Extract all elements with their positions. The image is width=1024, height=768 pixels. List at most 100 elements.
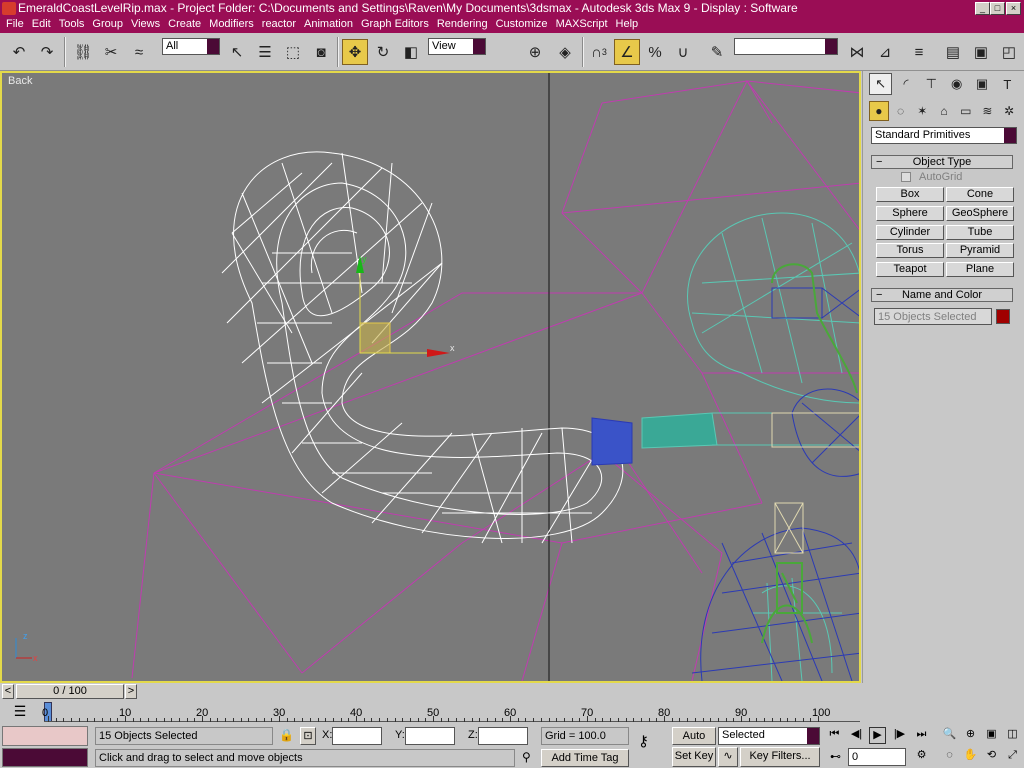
menu-customize[interactable]: Customize xyxy=(496,17,548,30)
helpers-icon[interactable]: ▭ xyxy=(956,101,976,121)
object-color-swatch[interactable] xyxy=(996,309,1010,324)
x-coordinate-field[interactable] xyxy=(332,727,382,745)
maximize-button[interactable]: □ xyxy=(990,2,1005,15)
align-icon[interactable]: ⊿ xyxy=(872,39,898,65)
z-coordinate-field[interactable] xyxy=(478,727,528,745)
go-to-end-icon[interactable]: ⏭ xyxy=(913,727,930,744)
snap-toggle-icon[interactable]: ∩ 3 xyxy=(586,39,612,65)
select-and-link-icon[interactable]: ⛓ xyxy=(70,39,96,65)
absolute-mode-icon[interactable]: ⊡ xyxy=(300,727,316,745)
teapot-button[interactable]: Teapot xyxy=(876,262,944,277)
zoom-icon[interactable]: 🔍 xyxy=(941,727,958,744)
curve-editor-icon[interactable]: ▤ xyxy=(940,39,966,65)
menu-graph-editors[interactable]: Graph Editors xyxy=(361,17,429,30)
zoom-all-icon[interactable]: ⊕ xyxy=(962,727,979,744)
spinner-snap-icon[interactable]: ∪ xyxy=(670,39,696,65)
window-crossing-icon[interactable]: ◙ xyxy=(308,39,334,65)
menu-create[interactable]: Create xyxy=(168,17,201,30)
time-configuration-icon[interactable]: ⚙ xyxy=(913,748,930,765)
menu-tools[interactable]: Tools xyxy=(59,17,85,30)
menu-modifiers[interactable]: Modifiers xyxy=(209,17,254,30)
select-by-name-icon[interactable]: ☰ xyxy=(252,39,278,65)
object-type-rollout-header[interactable]: − Object Type xyxy=(871,155,1013,169)
edit-named-selection-icon[interactable]: ✎ xyxy=(704,39,730,65)
next-frame-icon[interactable]: |▶ xyxy=(891,727,908,744)
unlink-icon[interactable]: ✂ xyxy=(98,39,124,65)
space-warps-icon[interactable]: ≋ xyxy=(978,101,998,121)
add-time-tag-button[interactable]: Add Time Tag xyxy=(541,749,629,767)
autogrid-checkbox[interactable] xyxy=(901,172,911,182)
mirror-icon[interactable]: ⋈ xyxy=(844,39,870,65)
go-to-start-icon[interactable]: ⏮ xyxy=(826,727,843,744)
menu-group[interactable]: Group xyxy=(92,17,123,30)
app-icon[interactable] xyxy=(2,2,16,15)
undo-icon[interactable]: ↶ xyxy=(6,39,32,65)
select-object-icon[interactable]: ↖ xyxy=(224,39,250,65)
lights-icon[interactable]: ✶ xyxy=(912,101,932,121)
time-slider-thumb[interactable]: 0 / 100 xyxy=(16,684,124,699)
key-mode-toggle-icon[interactable]: ⊷ xyxy=(830,750,841,763)
angle-snap-icon[interactable]: ∠ xyxy=(614,39,640,65)
pan-icon[interactable]: ✋ xyxy=(962,748,979,765)
create-tab-icon[interactable]: ↖ xyxy=(869,73,893,95)
bind-space-warp-icon[interactable]: ≈ xyxy=(126,39,152,65)
select-and-rotate-icon[interactable]: ↻ xyxy=(370,39,396,65)
tube-button[interactable]: Tube xyxy=(946,225,1014,240)
cone-button[interactable]: Cone xyxy=(946,187,1014,202)
cameras-icon[interactable]: ⌂ xyxy=(934,101,954,121)
cylinder-button[interactable]: Cylinder xyxy=(876,225,944,240)
material-editor-icon[interactable]: ◰ xyxy=(996,39,1022,65)
track-bar[interactable]: 0 10 20 30 40 50 60 70 80 90 100 xyxy=(42,700,860,724)
y-coordinate-field[interactable] xyxy=(405,727,455,745)
close-button[interactable]: × xyxy=(1006,2,1021,15)
next-frame-button[interactable]: > xyxy=(125,684,137,699)
menu-views[interactable]: Views xyxy=(131,17,160,30)
mini-curve-editor-icon[interactable]: ☰ xyxy=(8,703,32,723)
display-tab-icon[interactable]: ▣ xyxy=(970,73,993,95)
shapes-icon[interactable]: ◌ xyxy=(891,101,911,121)
field-of-view-icon[interactable]: ◌ xyxy=(941,748,958,765)
name-and-color-rollout-header[interactable]: − Name and Color xyxy=(871,288,1013,302)
minimize-button[interactable]: _ xyxy=(975,2,990,15)
key-icon[interactable]: ⚷ xyxy=(638,732,649,750)
set-key-button[interactable]: Set Key xyxy=(672,747,716,767)
menu-file[interactable]: File xyxy=(6,17,24,30)
object-category-dropdown[interactable]: Standard Primitives xyxy=(871,127,1017,144)
geometry-icon[interactable]: ● xyxy=(869,101,889,121)
plane-button[interactable]: Plane xyxy=(946,262,1014,277)
zoom-extents-all-icon[interactable]: ◫ xyxy=(1004,727,1021,744)
hierarchy-tab-icon[interactable]: ⊤ xyxy=(920,73,943,95)
menu-edit[interactable]: Edit xyxy=(32,17,51,30)
lock-icon[interactable]: 🔒 xyxy=(279,728,294,742)
reference-coordinate-dropdown[interactable]: View xyxy=(428,38,486,55)
manipulate-icon[interactable]: ◈ xyxy=(552,39,578,65)
key-mode-dropdown[interactable]: Selected xyxy=(718,727,820,745)
viewport-back[interactable]: Back y x z x xyxy=(0,71,861,683)
previous-frame-icon[interactable]: ◀| xyxy=(848,727,865,744)
rectangular-selection-icon[interactable]: ⬚ xyxy=(280,39,306,65)
percent-snap-icon[interactable]: % xyxy=(642,39,668,65)
prev-frame-button[interactable]: < xyxy=(2,684,14,699)
menu-maxscript[interactable]: MAXScript xyxy=(556,17,608,30)
torus-button[interactable]: Torus xyxy=(876,243,944,258)
utilities-tab-icon[interactable]: T xyxy=(996,73,1019,95)
named-selection-dropdown[interactable] xyxy=(734,38,838,55)
pivot-center-icon[interactable]: ⊕ xyxy=(522,39,548,65)
pyramid-button[interactable]: Pyramid xyxy=(946,243,1014,258)
menu-help[interactable]: Help xyxy=(616,17,639,30)
arc-rotate-icon[interactable]: ⟲ xyxy=(983,748,1000,765)
layer-manager-icon[interactable]: ≡ xyxy=(906,39,932,65)
auto-key-button[interactable]: Auto Key xyxy=(672,727,716,758)
maxscript-listener-mini[interactable] xyxy=(2,726,88,746)
menu-animation[interactable]: Animation xyxy=(304,17,353,30)
selection-filter-dropdown[interactable]: All xyxy=(162,38,220,55)
menu-rendering[interactable]: Rendering xyxy=(437,17,488,30)
object-name-field[interactable]: 15 Objects Selected xyxy=(874,308,992,325)
zoom-extents-icon[interactable]: ▣ xyxy=(983,727,1000,744)
box-button[interactable]: Box xyxy=(876,187,944,202)
maximize-viewport-icon[interactable]: ⤢ xyxy=(1004,748,1021,765)
sphere-button[interactable]: Sphere xyxy=(876,206,944,221)
maxscript-listener-output[interactable] xyxy=(2,748,88,767)
time-slider[interactable]: < 0 / 100 > xyxy=(0,683,861,700)
geosphere-button[interactable]: GeoSphere xyxy=(946,206,1014,221)
